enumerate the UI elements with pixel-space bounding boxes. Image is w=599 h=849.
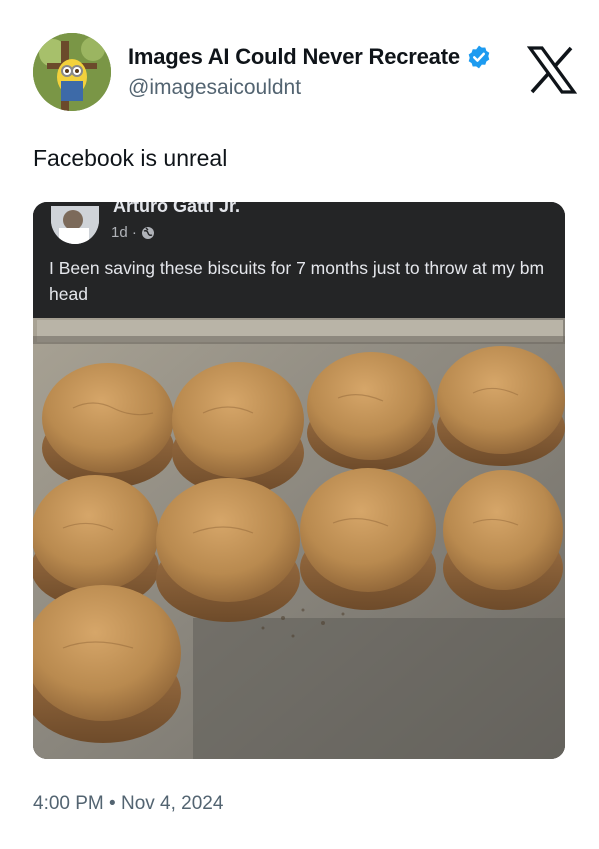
facebook-avatar	[51, 206, 99, 244]
x-logo-icon[interactable]	[527, 46, 577, 94]
author-name-row[interactable]: Images AI Could Never Recreate	[128, 44, 492, 70]
facebook-author-name: Arturo Gatti Jr.	[113, 202, 241, 216]
avatar-image	[33, 33, 111, 111]
facebook-post-time: 1d ·	[111, 224, 137, 241]
author-display-name[interactable]: Images AI Could Never Recreate	[128, 44, 460, 70]
author-handle[interactable]: @imagesaicouldnt	[128, 76, 301, 100]
biscuits-on-baking-tray-photo	[33, 318, 565, 759]
facebook-post-text: I Been saving these biscuits for 7 month…	[49, 258, 545, 304]
facebook-post-header: Arturo Gatti Jr. 1d · I Been saving thes…	[33, 202, 565, 320]
facebook-post-meta: 1d ·	[111, 224, 155, 241]
author-avatar[interactable]	[33, 33, 111, 111]
globe-icon	[141, 226, 154, 239]
tweet-timestamp[interactable]: 4:00 PM • Nov 4, 2024	[33, 793, 223, 815]
tweet-text: Facebook is unreal	[33, 145, 228, 171]
tweet-media[interactable]: Arturo Gatti Jr. 1d · I Been saving thes…	[33, 202, 565, 759]
verified-badge-icon	[468, 45, 490, 69]
